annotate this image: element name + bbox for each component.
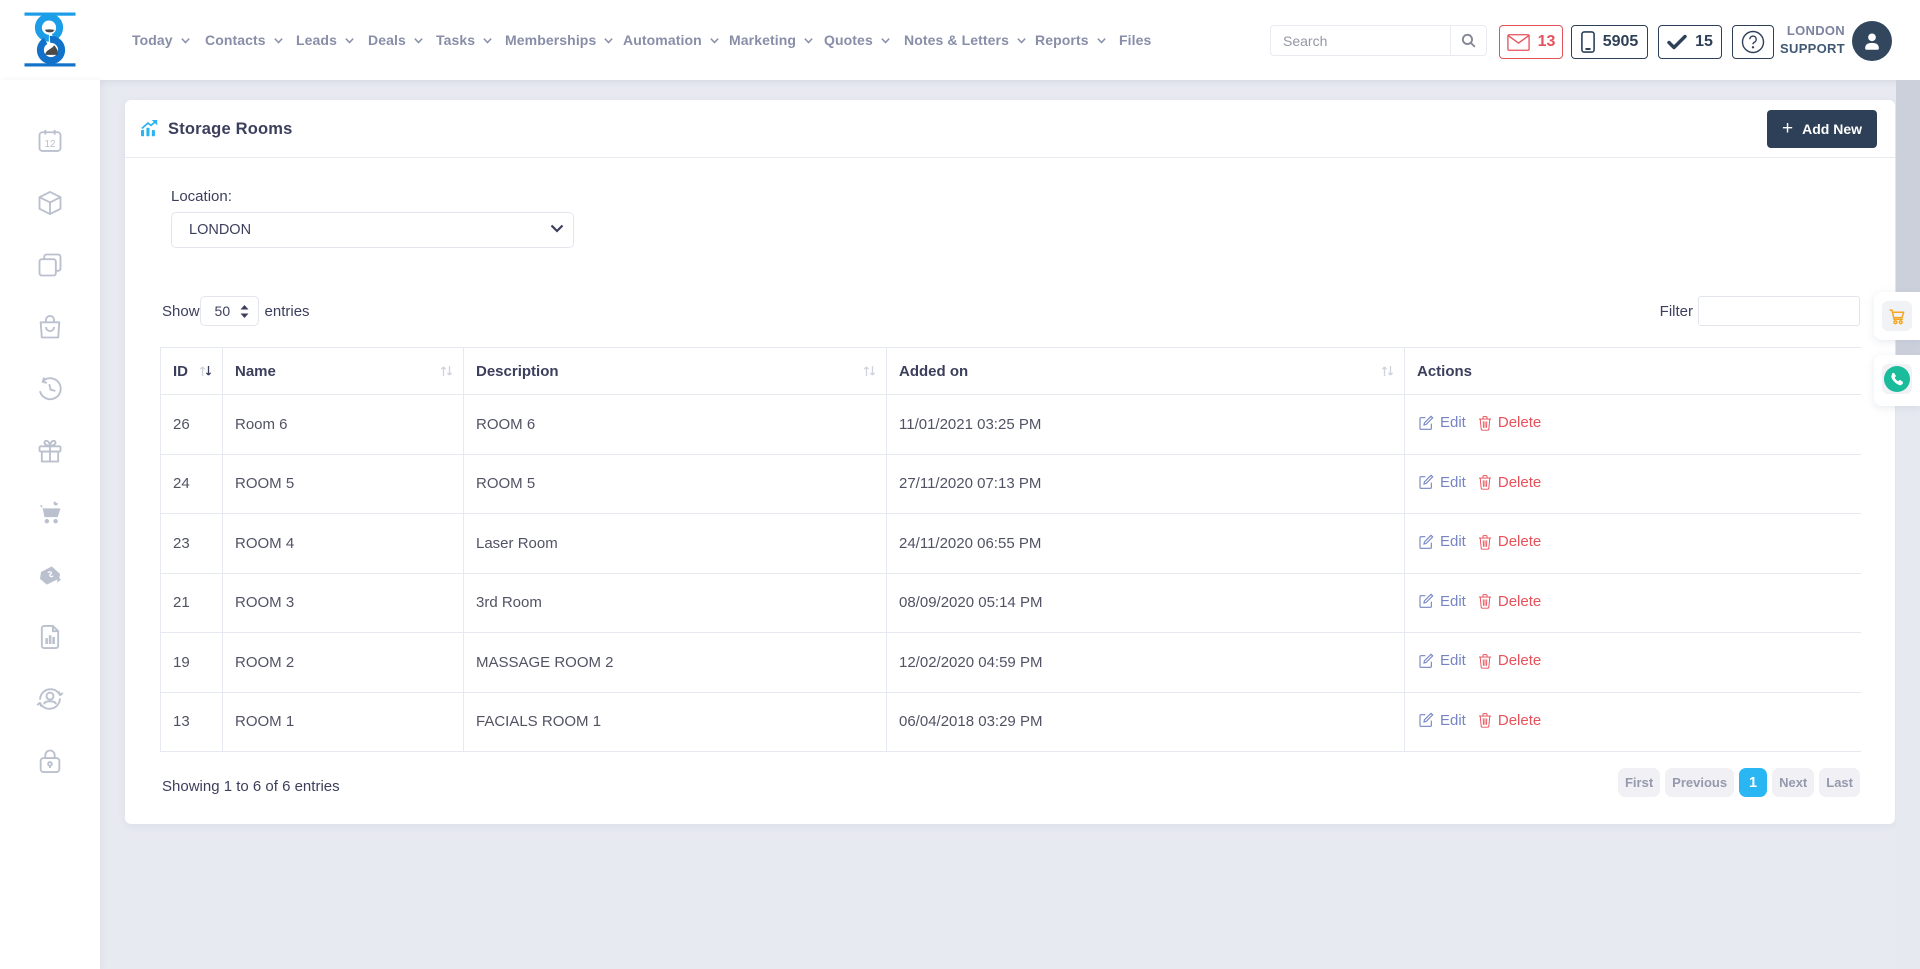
svg-text:12: 12 bbox=[44, 139, 56, 150]
